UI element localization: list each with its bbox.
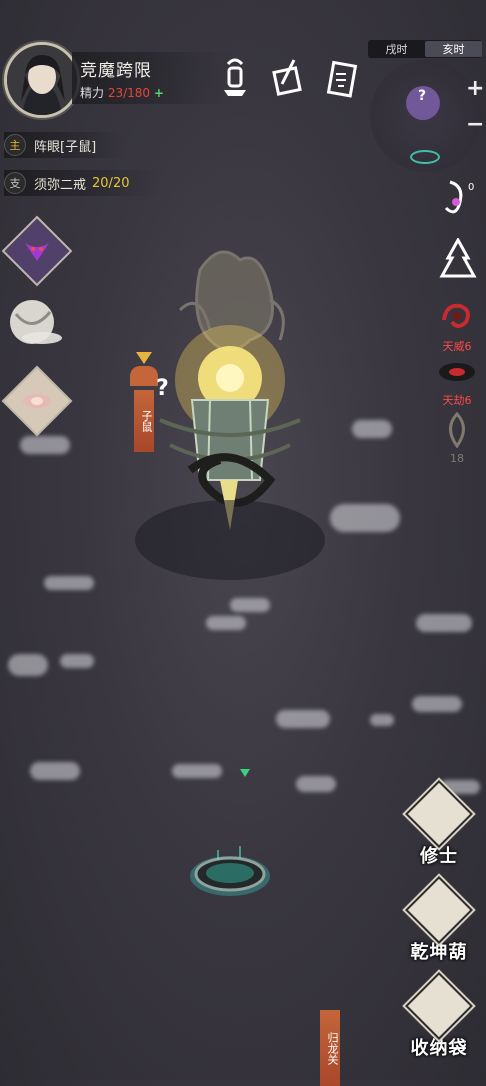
zishu-banner: 子鼠 bbox=[134, 390, 154, 452]
storage-bag-button[interactable]: 收纳袋 bbox=[404, 972, 474, 1060]
cultivator-icon bbox=[405, 780, 473, 848]
brush-scroll-icon[interactable] bbox=[270, 58, 304, 98]
spirit-status-count: 0 bbox=[468, 182, 475, 193]
spirit-status-icon[interactable]: 0 bbox=[440, 178, 480, 222]
qiankun-gourd-button[interactable]: 乾坤葫 bbox=[404, 876, 474, 964]
zishu-marker[interactable]: 子鼠 bbox=[127, 352, 161, 464]
minimap-portal-icon bbox=[410, 150, 440, 164]
cloud bbox=[206, 616, 246, 630]
energy-display: 精力 23/180 + bbox=[80, 84, 164, 101]
faded-status-icon[interactable]: 18 bbox=[440, 411, 474, 465]
time-option-hai[interactable]: 亥时 bbox=[425, 41, 482, 57]
cloud bbox=[416, 614, 472, 632]
tianwei-label: 天威6 bbox=[442, 340, 472, 353]
tianjie-status[interactable]: 天劫6 bbox=[432, 358, 482, 408]
cloud bbox=[20, 436, 70, 454]
rat-emblem-icon bbox=[130, 366, 158, 386]
main-quest-text: 阵眼[子鼠] bbox=[34, 139, 97, 155]
side-quest[interactable]: 支 须弥二戒 20/20 bbox=[4, 170, 160, 196]
side-quest-count: 20/20 bbox=[92, 175, 130, 191]
cloud bbox=[172, 764, 222, 778]
faded-status-count: 18 bbox=[450, 452, 464, 465]
cloud bbox=[330, 504, 400, 532]
marker-arrow-icon bbox=[136, 352, 152, 364]
demon-mask-icon[interactable] bbox=[1, 215, 73, 287]
cloud bbox=[276, 710, 330, 728]
side-quest-text: 须弥二戒 bbox=[34, 177, 87, 193]
character-name: 竞魔跨限 bbox=[80, 61, 152, 81]
zoom-out-button[interactable]: − bbox=[466, 112, 484, 137]
lotus-icon[interactable] bbox=[1, 365, 73, 437]
cloud bbox=[44, 576, 94, 590]
cultivator-button[interactable]: 修士 bbox=[404, 780, 474, 868]
pagoda-icon[interactable] bbox=[438, 236, 478, 280]
time-option-xu[interactable]: 戌时 bbox=[368, 41, 425, 57]
storage-bag-icon bbox=[405, 972, 473, 1040]
cloud bbox=[412, 696, 462, 712]
talisman-icon[interactable] bbox=[324, 58, 358, 98]
spirit-gourd-icon[interactable] bbox=[6, 294, 64, 350]
cloud bbox=[30, 762, 80, 780]
cloud bbox=[370, 714, 394, 726]
player-position-icon bbox=[240, 769, 250, 777]
zoom-in-button[interactable]: + bbox=[466, 76, 484, 101]
shrine-bell-icon[interactable] bbox=[218, 58, 252, 98]
energy-value: 23/180 bbox=[107, 86, 151, 100]
thunder-cloud-icon bbox=[439, 363, 475, 381]
dragon-icon bbox=[442, 303, 470, 328]
main-quest-tag: 主 bbox=[4, 134, 26, 156]
tianjie-label: 天劫6 bbox=[442, 394, 472, 407]
guilong-pass-banner[interactable]: 归龙关 bbox=[320, 1010, 340, 1086]
time-switch[interactable]: 戌时 亥时 bbox=[368, 40, 482, 58]
gourd-icon bbox=[405, 876, 473, 944]
cloud bbox=[296, 776, 336, 792]
energy-label: 精力 bbox=[80, 86, 105, 100]
unknown-question-marker: ? bbox=[156, 376, 169, 401]
cloud bbox=[8, 654, 48, 676]
minimap-unknown-marker: ? bbox=[418, 88, 427, 104]
main-quest[interactable]: 主 阵眼[子鼠] bbox=[4, 132, 127, 158]
side-quest-tag: 支 bbox=[4, 172, 26, 194]
teleport-platform[interactable] bbox=[188, 846, 272, 900]
avatar[interactable] bbox=[4, 42, 80, 118]
cloud bbox=[60, 654, 94, 668]
energy-add-button[interactable]: + bbox=[154, 86, 164, 100]
cloud bbox=[352, 420, 392, 438]
tianwei-status[interactable]: 天威6 bbox=[432, 300, 482, 354]
